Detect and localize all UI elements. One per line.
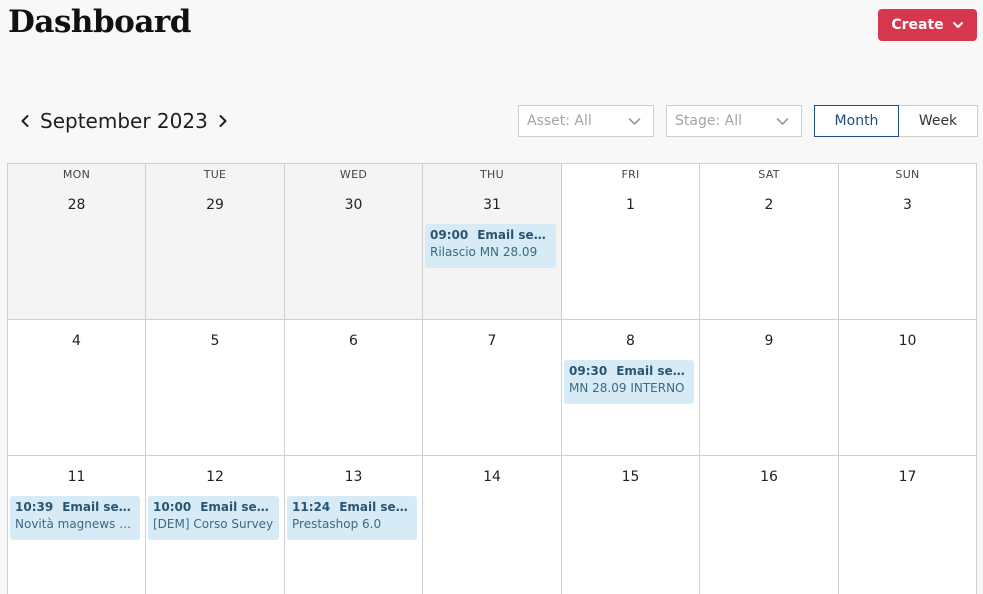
event-header: 10:39 Email sending — [15, 500, 136, 514]
month-navigation: September 2023 — [16, 106, 232, 136]
day-number: 11 — [67, 469, 86, 485]
day-number: 2 — [764, 197, 774, 213]
chevron-right-icon — [219, 115, 227, 127]
weekday-header: WED — [339, 168, 368, 181]
day-number: 9 — [764, 333, 774, 349]
calendar-grid: MON28TUE29WED30THU3109:00Email sendingRi… — [7, 163, 977, 594]
chevron-down-icon — [776, 117, 789, 125]
event-type: Email sending — [62, 500, 136, 514]
day-number: 12 — [206, 469, 224, 485]
day-number: 29 — [206, 197, 224, 213]
calendar-day-cell[interactable]: 15 — [562, 456, 700, 594]
calendar-day-cell[interactable]: 6 — [285, 320, 423, 456]
chevron-down-icon — [628, 117, 641, 125]
calendar-day-cell[interactable]: 8 09:30 Email sending MN 28.09 INTERNO — [562, 320, 700, 456]
event-name: Rilascio MN 28.09 — [430, 245, 538, 259]
month-view-button[interactable]: Month — [814, 105, 899, 137]
prev-month-button[interactable] — [16, 110, 34, 132]
day-number: 8 — [626, 333, 635, 349]
chevron-left-icon — [21, 115, 29, 127]
page-title: Dashboard — [8, 4, 191, 40]
event-type: Email sending — [339, 500, 413, 514]
calendar-event[interactable]: 10:39 Email sending Novità magnews 28.09 — [10, 496, 140, 540]
day-number: 4 — [72, 333, 81, 349]
event-type: Email sending — [616, 364, 690, 378]
calendar-day-cell[interactable]: WED 30 — [285, 164, 423, 320]
event-name: Prestashop 6.0 — [292, 517, 382, 531]
event-type: Email sending — [477, 228, 552, 242]
day-number: 30 — [344, 197, 363, 213]
asset-filter-value: Asset: All — [527, 113, 592, 129]
day-number: 5 — [210, 333, 220, 349]
calendar-day-cell[interactable]: FRI 1 — [562, 164, 700, 320]
event-header: 10:00 Email sending — [153, 500, 275, 514]
event-type: Email sending — [200, 500, 275, 514]
chevron-down-icon — [952, 22, 963, 28]
calendar-day-cell[interactable]: TUE 29 — [146, 164, 285, 320]
calendar-day-cell[interactable]: 16 — [700, 456, 839, 594]
day-number: 6 — [349, 333, 358, 349]
calendar-day-cell[interactable]: 10 — [839, 320, 977, 456]
calendar-day-cell[interactable]: 11 10:39 Email sending Novità magnews 28.09 — [8, 456, 146, 594]
asset-filter-select[interactable]: Asset: All — [518, 105, 654, 137]
day-number: 15 — [621, 469, 640, 485]
calendar-day-cell[interactable]: SAT 2 — [700, 164, 839, 320]
calendar-day-cell[interactable]: 7 — [423, 320, 562, 456]
week-view-button[interactable]: Week — [899, 105, 978, 137]
calendar-day-cell[interactable]: MON 28 — [8, 164, 146, 320]
day-number: 13 — [344, 469, 363, 485]
calendar-day-cell[interactable]: 13 11:24 Email sending Prestashop 6.0 — [285, 456, 423, 594]
stage-filter-select[interactable]: Stage: All — [666, 105, 802, 137]
next-month-button[interactable] — [214, 110, 232, 132]
event-time: 11:24 — [292, 500, 331, 514]
event-time: 10:39 — [15, 500, 54, 514]
event-header: 09:30 Email sending — [569, 364, 690, 378]
calendar-day-cell[interactable]: 14 — [423, 456, 562, 594]
event-time: 09:30 — [569, 364, 608, 378]
weekday-header: FRI — [621, 168, 640, 181]
calendar-day-cell[interactable]: 12 10:00 Email sending [DEM] Corso Survey — [146, 456, 285, 594]
day-number: 31 — [483, 197, 501, 213]
event-name: MN 28.09 INTERNO — [569, 381, 685, 395]
calendar-event[interactable]: 10:00 Email sending [DEM] Corso Survey — [148, 496, 279, 540]
calendar-day-cell[interactable]: 4 — [8, 320, 146, 456]
event-name: Novità magnews 28.09 — [15, 517, 136, 531]
day-number: 17 — [898, 469, 917, 485]
weekday-header: TUE — [203, 168, 227, 181]
stage-filter-value: Stage: All — [675, 113, 742, 129]
current-month-label: September 2023 — [40, 109, 208, 133]
event-header: 11:24 Email sending — [292, 500, 413, 514]
create-button[interactable]: Create — [878, 9, 977, 41]
weekday-header: SAT — [758, 168, 780, 181]
calendar-day-cell[interactable]: THU 31 09:00 Email sending Rilascio MN 28.09 — [423, 164, 562, 320]
event-name: [DEM] Corso Survey — [153, 517, 274, 531]
calendar-day-cell[interactable]: 5 — [146, 320, 285, 456]
weekday-header: THU — [480, 168, 504, 181]
view-toggle: Month Week — [814, 105, 978, 137]
day-number: 14 — [483, 469, 501, 485]
event-time: 10:00 — [153, 500, 192, 514]
day-number: 10 — [898, 333, 917, 349]
calendar-day-cell[interactable]: 17 — [839, 456, 977, 594]
day-number: 3 — [903, 197, 912, 213]
calendar-event[interactable]: 09:30 Email sending MN 28.09 INTERNO — [564, 360, 694, 404]
calendar-day-cell[interactable]: SUN 3 — [839, 164, 977, 320]
weekday-header: SUN — [895, 168, 920, 181]
day-number: 1 — [626, 197, 635, 213]
create-button-label: Create — [891, 17, 944, 33]
event-time: 09:00 — [430, 228, 469, 242]
calendar-day-cell[interactable]: 9 — [700, 320, 839, 456]
calendar-event[interactable]: 11:24 Email sending Prestashop 6.0 — [287, 496, 417, 540]
day-number: 7 — [487, 333, 497, 349]
day-number: 16 — [760, 469, 778, 485]
day-number: 28 — [67, 197, 86, 213]
event-header: 09:00 Email sending — [430, 228, 552, 242]
calendar-event[interactable]: 09:00 Email sending Rilascio MN 28.09 — [425, 224, 556, 268]
weekday-header: MON — [62, 168, 91, 181]
